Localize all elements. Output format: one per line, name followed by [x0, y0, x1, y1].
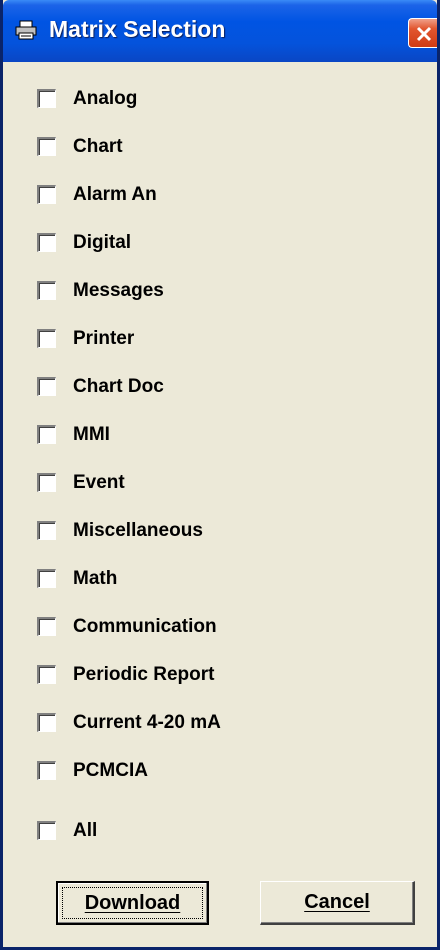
option-label: MMI — [73, 424, 110, 445]
checkbox[interactable] — [37, 329, 56, 348]
checkbox[interactable] — [37, 821, 56, 840]
checkbox[interactable] — [37, 473, 56, 492]
cancel-button[interactable]: Cancel — [260, 881, 415, 925]
option-mmi[interactable]: MMI — [37, 418, 397, 452]
option-label: Periodic Report — [73, 664, 215, 685]
option-digital[interactable]: Digital — [37, 226, 397, 260]
option-math[interactable]: Math — [37, 562, 397, 596]
cancel-button-label: Cancel — [304, 891, 370, 913]
option-printer[interactable]: Printer — [37, 322, 397, 356]
option-label: Messages — [73, 280, 164, 301]
close-button[interactable] — [408, 18, 437, 48]
checkbox[interactable] — [37, 665, 56, 684]
option-all[interactable]: All — [37, 814, 397, 848]
option-chart[interactable]: Chart — [37, 130, 397, 164]
matrix-selection-dialog: Matrix Selection Analog Chart Alarm An D… — [0, 0, 440, 950]
option-chart-doc[interactable]: Chart Doc — [37, 370, 397, 404]
option-label: Printer — [73, 328, 135, 349]
option-label: Alarm An — [73, 184, 157, 205]
checkbox[interactable] — [37, 761, 56, 780]
option-current-4-20-ma[interactable]: Current 4-20 mA — [37, 706, 397, 740]
option-analog[interactable]: Analog — [37, 82, 397, 116]
checkbox[interactable] — [37, 137, 56, 156]
checkbox[interactable] — [37, 185, 56, 204]
option-messages[interactable]: Messages — [37, 274, 397, 308]
option-label: Math — [73, 568, 118, 589]
checkbox[interactable] — [37, 89, 56, 108]
option-label: Event — [73, 472, 125, 493]
option-label: Chart Doc — [73, 376, 164, 397]
window-title: Matrix Selection — [49, 16, 226, 42]
dialog-body: Analog Chart Alarm An Digital Messages P… — [3, 62, 437, 947]
checkbox[interactable] — [37, 617, 56, 636]
option-label: PCMCIA — [73, 760, 148, 781]
option-label: Communication — [73, 616, 217, 637]
title-bar[interactable]: Matrix Selection — [3, 0, 437, 62]
focus-rectangle — [62, 887, 203, 919]
option-label: Digital — [73, 232, 132, 253]
checkbox[interactable] — [37, 233, 56, 252]
option-label: Chart — [73, 136, 123, 157]
checkbox[interactable] — [37, 425, 56, 444]
printer-icon — [15, 20, 37, 40]
option-label: All — [73, 820, 98, 841]
option-miscellaneous[interactable]: Miscellaneous — [37, 514, 397, 548]
option-label: Analog — [73, 88, 138, 109]
option-pcmcia[interactable]: PCMCIA — [37, 754, 397, 788]
checkbox[interactable] — [37, 569, 56, 588]
checkbox[interactable] — [37, 377, 56, 396]
option-label: Current 4-20 mA — [73, 712, 221, 733]
option-label: Miscellaneous — [73, 520, 203, 541]
download-button[interactable]: Download — [56, 881, 209, 925]
option-periodic-report[interactable]: Periodic Report — [37, 658, 397, 692]
checkbox[interactable] — [37, 521, 56, 540]
option-communication[interactable]: Communication — [37, 610, 397, 644]
checkbox[interactable] — [37, 713, 56, 732]
option-event[interactable]: Event — [37, 466, 397, 500]
option-alarm-an[interactable]: Alarm An — [37, 178, 397, 212]
checkbox[interactable] — [37, 281, 56, 300]
